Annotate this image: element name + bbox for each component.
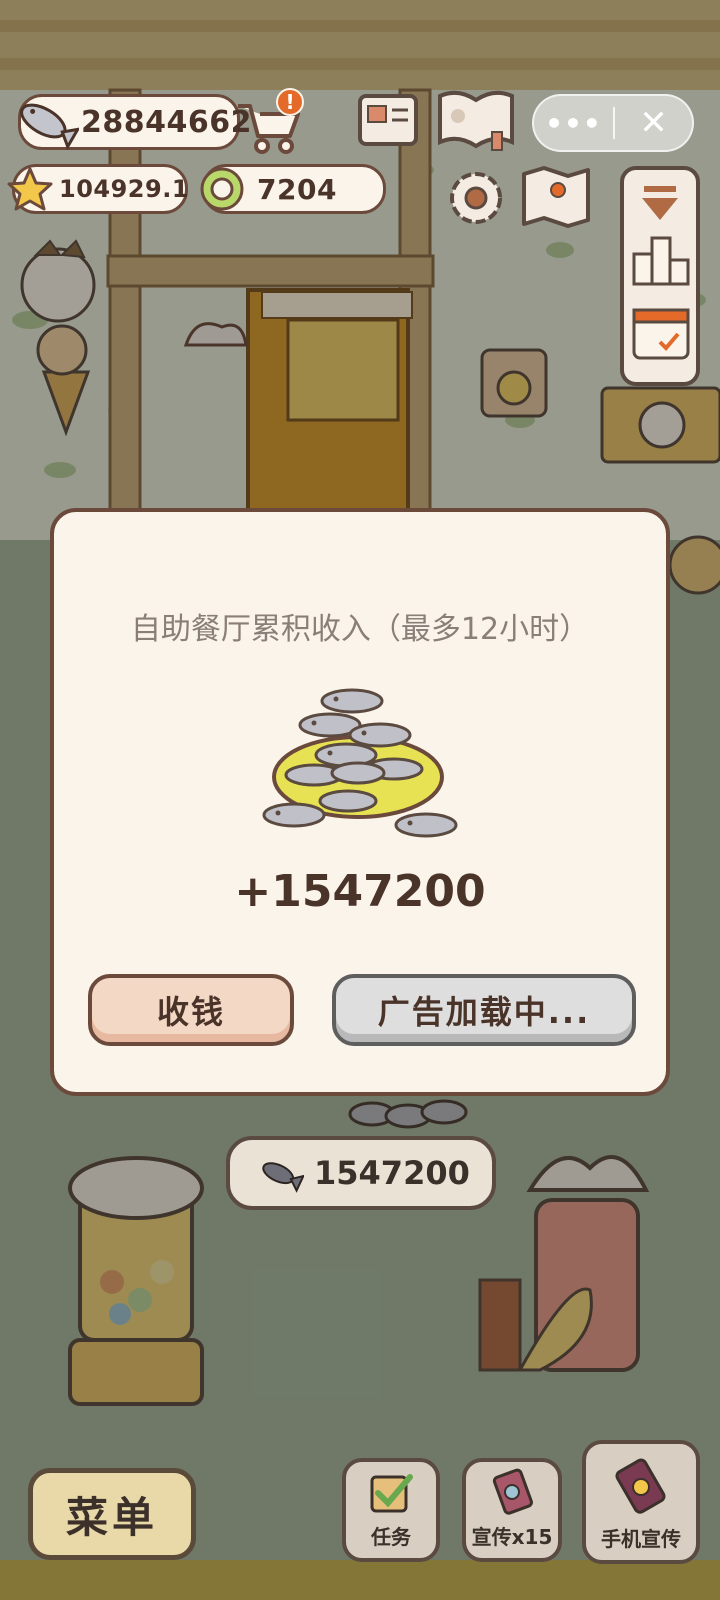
income-amount: +1547200 [234,866,486,917]
star-rating-counter[interactable]: 104929.1 [7,164,190,214]
fish-icon [20,103,79,151]
map-icon[interactable] [520,164,592,230]
fish-icon [262,1162,304,1193]
menu-label: 菜单 [65,1492,158,1542]
income-dialog: 自助餐厅累积收入（最多12小时） +1547200 收钱 广告加载中... [50,508,670,1096]
promo-label: 宣传x15 [471,1525,553,1549]
mini-program-capsule: ••• ✕ [532,94,694,152]
paw-book-icon[interactable] [436,86,516,152]
dialog-title: 自助餐厅累积收入（最多12小时） [130,612,590,647]
coin-icon [200,167,244,211]
tasks-label: 任务 [371,1525,411,1549]
alert-mark: ! [285,90,295,114]
coin-currency-counter[interactable]: 7204 [200,164,386,214]
fish-count: 28844662 [81,104,252,140]
ad-loading-button[interactable]: 广告加载中... [332,974,636,1046]
ad-loading-label: 广告加载中... [377,993,591,1031]
buffet-counter-value: 1547200 [314,1154,470,1192]
calendar-icon[interactable] [630,300,692,362]
fish-currency-counter[interactable]: 28844662 [18,94,252,151]
cart-alert-badge: ! [276,88,304,116]
collect-label: 收钱 [156,993,225,1031]
close-icon: ✕ [639,103,668,143]
phone-promo-label: 手机宣传 [601,1527,681,1551]
tasks-button[interactable]: 任务 [342,1458,440,1562]
buffet-counter-display: 1547200 [226,1136,496,1210]
collapse-arrow-icon[interactable] [638,184,682,224]
close-button[interactable]: ✕ [615,103,692,143]
mail-icon[interactable] [356,90,420,150]
gear-icon[interactable] [444,166,508,230]
fish-pile-icon [262,688,458,838]
checkbox-icon [370,1474,413,1513]
coin-count: 7204 [257,172,337,206]
menu-button[interactable]: 菜单 [28,1468,196,1560]
star-icon [7,167,53,211]
more-options-button[interactable]: ••• [534,107,613,140]
phone-promo-button[interactable]: 手机宣传 [582,1440,700,1564]
phone-icon [615,1458,666,1514]
collect-money-button[interactable]: 收钱 [88,974,294,1046]
promo-button[interactable]: 宣传x15 [462,1458,562,1562]
more-options-label: ••• [545,106,602,140]
ranking-icon[interactable] [630,228,692,288]
ad-card-icon [492,1468,533,1515]
star-count: 104929.1 [59,175,190,203]
